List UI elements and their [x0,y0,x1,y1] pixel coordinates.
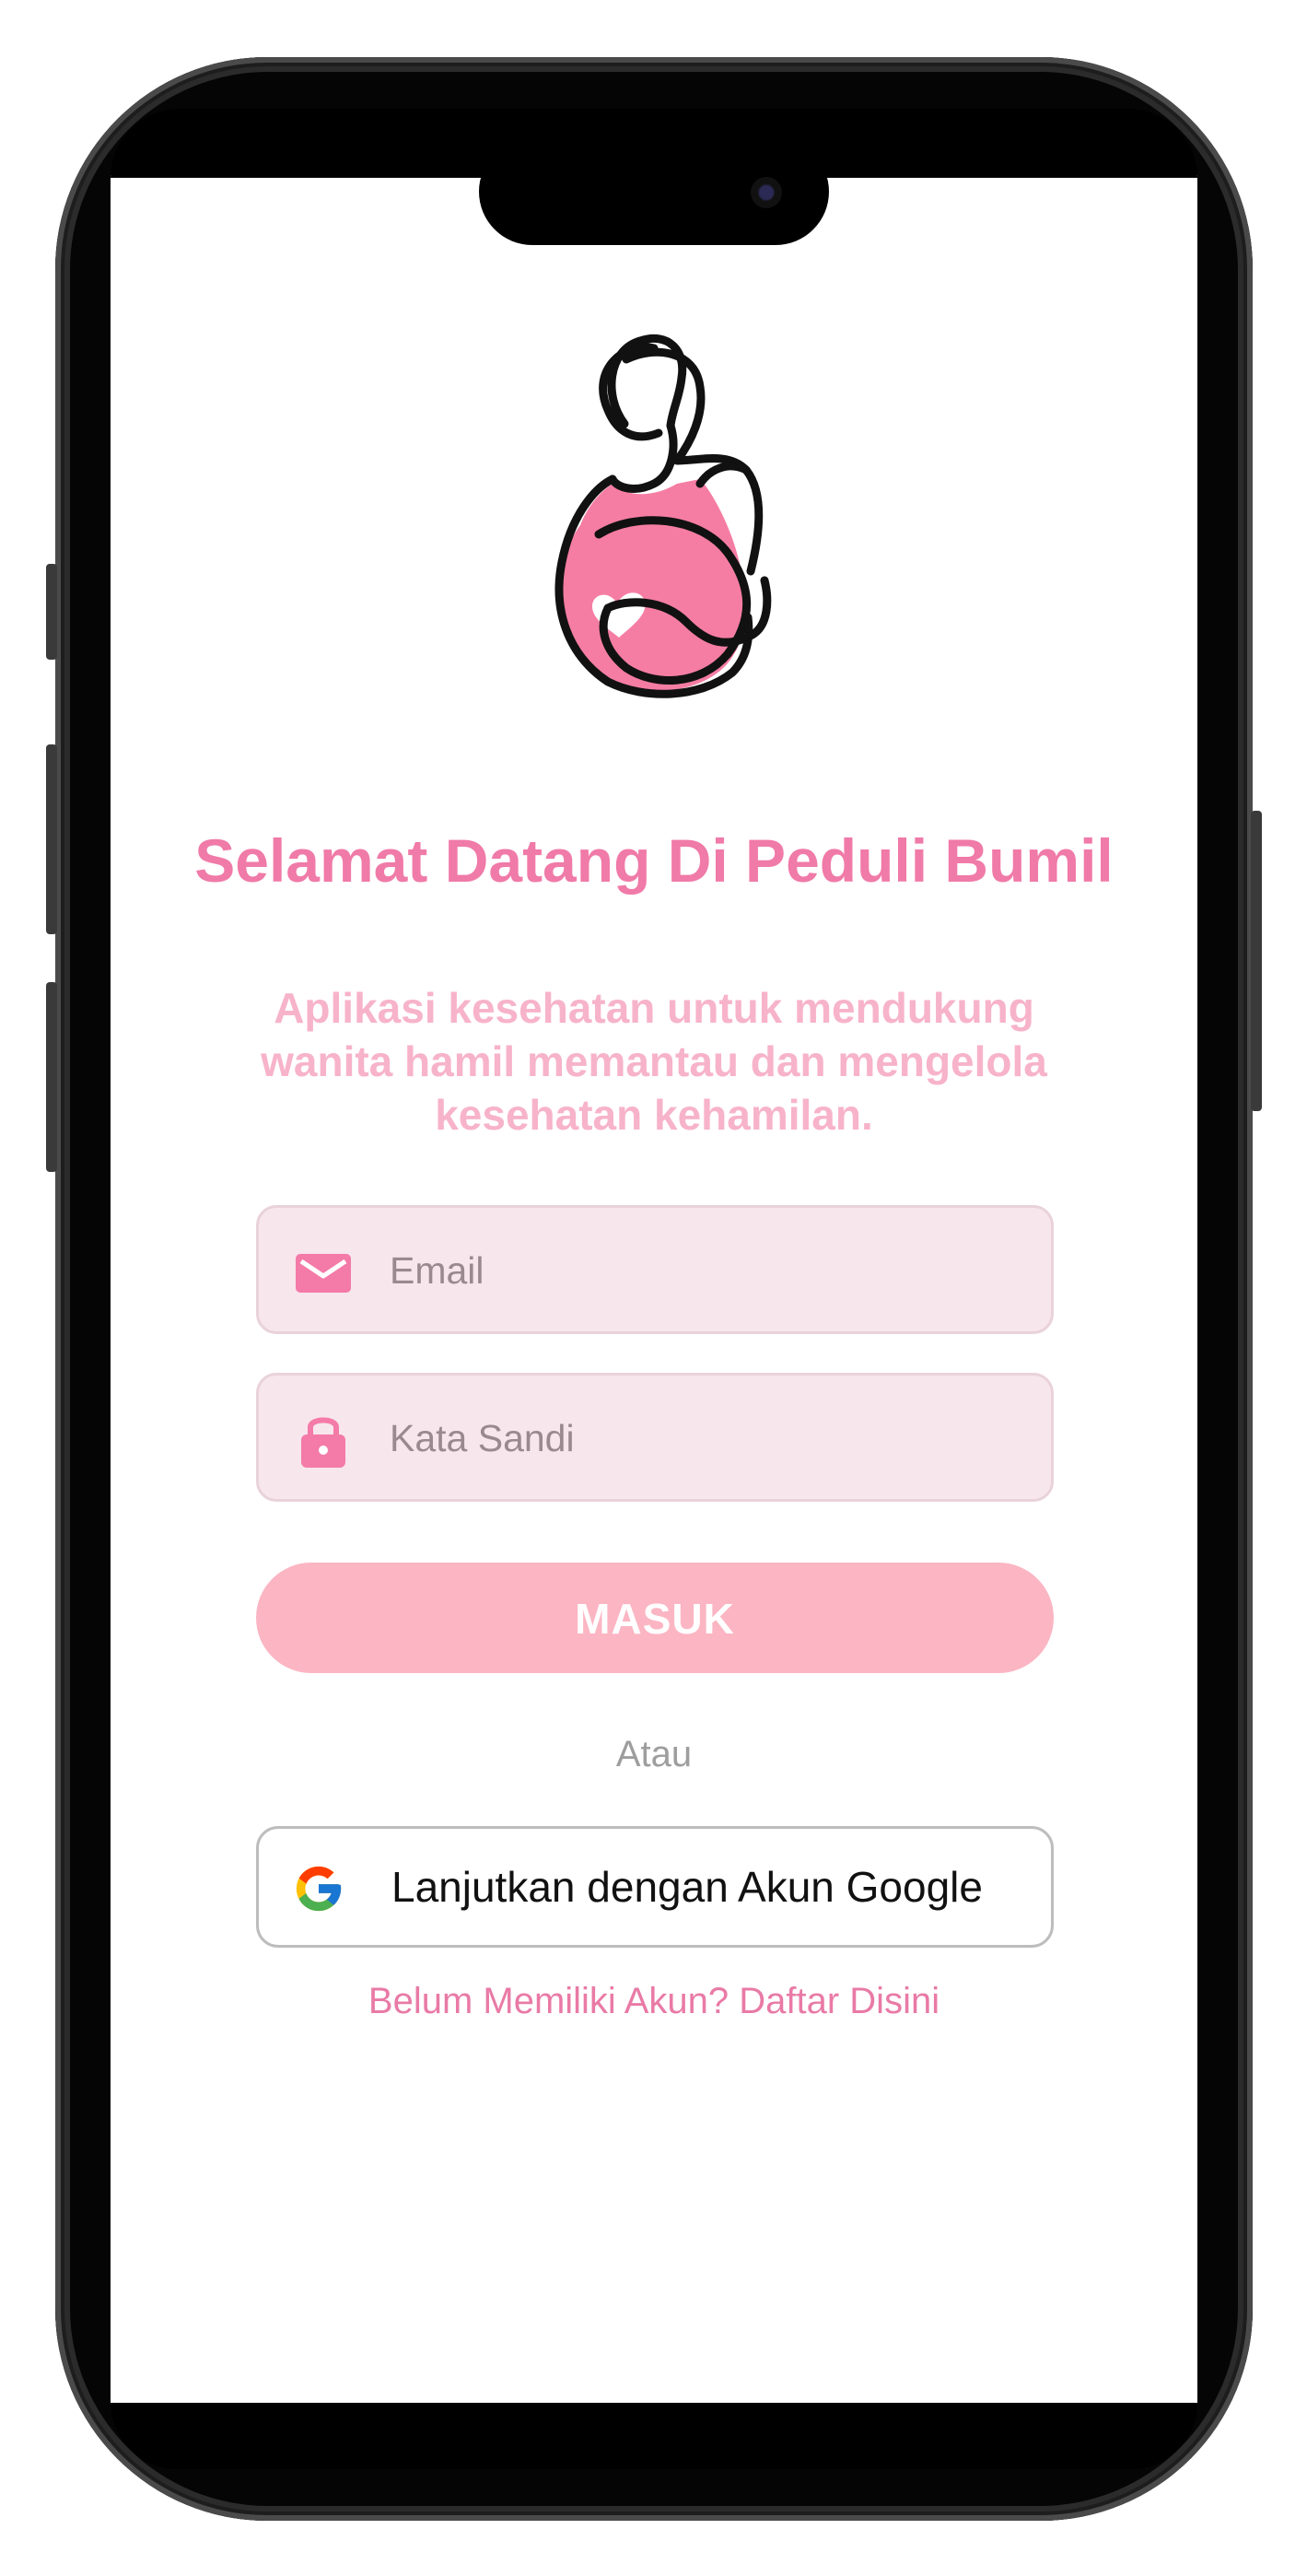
home-indicator-area [111,2403,1197,2469]
or-divider-label: Atau [615,1734,693,1774]
password-field-container[interactable] [256,1373,1054,1502]
volume-up-button [46,744,57,934]
app-description: Aplikasi kesehatan untuk mendukung wanit… [261,984,1047,1139]
front-camera [751,177,782,208]
email-input[interactable] [388,1208,1036,1333]
welcome-title: Selamat Datang Di Peduli Bumil [194,826,1114,895]
mail-icon [296,1254,351,1293]
google-icon [296,1866,342,1912]
register-link[interactable]: Belum Memiliki Akun? Daftar Disini [111,1981,1197,2022]
google-signin-button[interactable]: Lanjutkan dengan Akun Google [256,1826,1054,1948]
login-button[interactable]: MASUK [256,1563,1054,1673]
volume-down-button [46,982,57,1172]
power-button [1251,811,1262,1111]
google-signin-label: Lanjutkan dengan Akun Google [391,1863,983,1911]
email-field-container[interactable] [256,1205,1054,1334]
action-button [46,564,57,660]
pregnant-woman-icon [554,334,772,698]
password-input[interactable] [388,1376,1036,1501]
lock-icon [301,1417,345,1468]
device-stage: Selamat Datang Di Peduli Bumil Aplikasi … [0,0,1307,2576]
